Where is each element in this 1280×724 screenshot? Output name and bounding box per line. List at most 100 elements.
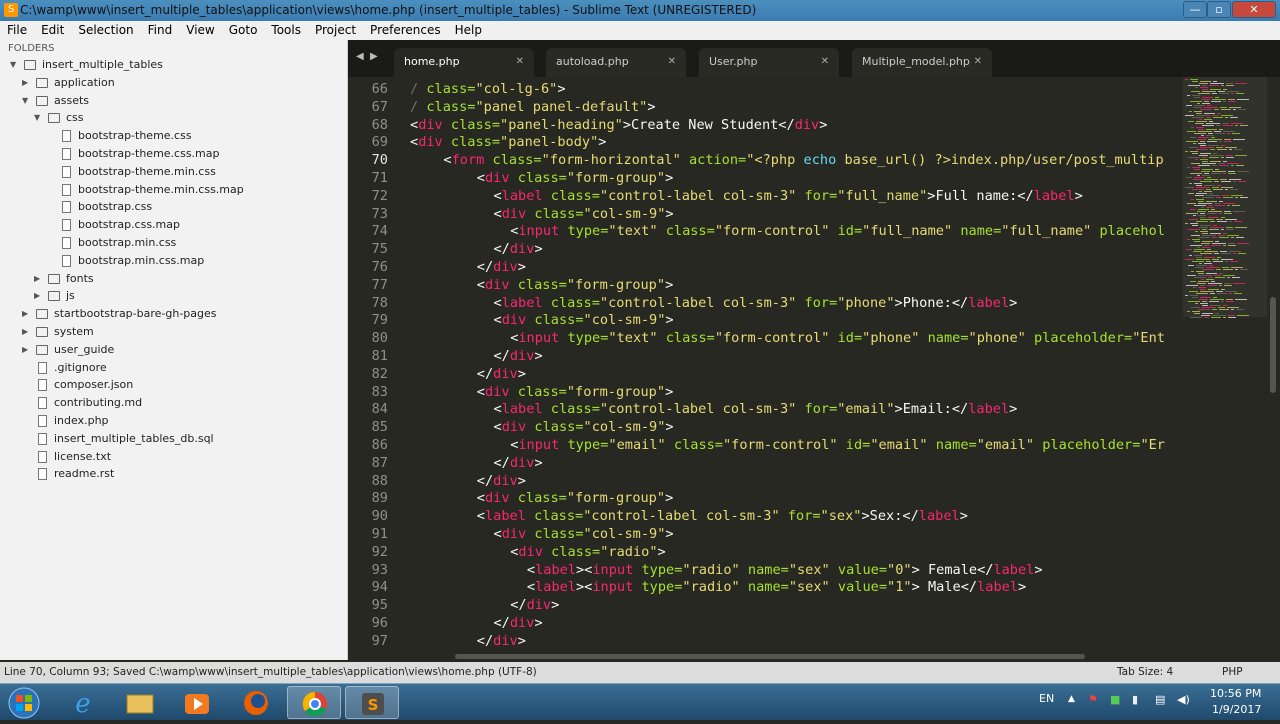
start-button[interactable] bbox=[2, 686, 46, 719]
close-icon[interactable]: ✕ bbox=[974, 51, 982, 73]
chevron-down-icon[interactable]: ▼ bbox=[22, 92, 28, 110]
menu-selection[interactable]: Selection bbox=[71, 21, 140, 40]
code-line[interactable]: <label class="control-label col-sm-3" fo… bbox=[477, 507, 968, 525]
sidebar-folder[interactable]: ▶ startbootstrap-bare-gh-pages bbox=[0, 305, 346, 323]
code-line[interactable]: </div> bbox=[494, 454, 543, 472]
code-line[interactable]: <div class="form-group"> bbox=[477, 169, 673, 187]
network-app-icon[interactable]: ■ bbox=[1110, 693, 1120, 706]
menu-find[interactable]: Find bbox=[141, 21, 180, 40]
minimize-button[interactable]: — bbox=[1183, 1, 1207, 18]
code-line[interactable]: <div class="panel-heading">Create New St… bbox=[410, 116, 827, 134]
chevron-right-icon[interactable]: ▶ bbox=[22, 323, 28, 341]
sidebar-file[interactable]: composer.json bbox=[0, 376, 346, 394]
code-line[interactable]: </div> bbox=[494, 240, 543, 258]
sidebar-file[interactable]: bootstrap-theme.min.css bbox=[0, 163, 346, 181]
menu-preferences[interactable]: Preferences bbox=[363, 21, 448, 40]
tab-size[interactable]: Tab Size: 4 bbox=[1117, 662, 1173, 683]
show-hidden-icons[interactable]: ▲ bbox=[1068, 694, 1075, 704]
code-line[interactable]: <div class="col-sm-9"> bbox=[494, 205, 674, 223]
vertical-scroll-thumb[interactable] bbox=[1270, 297, 1276, 393]
sidebar-file[interactable]: insert_multiple_tables_db.sql bbox=[0, 430, 346, 448]
code-line[interactable]: / class="col-lg-6"> bbox=[410, 80, 566, 98]
sidebar-folder[interactable]: ▼ css bbox=[0, 109, 346, 127]
sidebar-file[interactable]: bootstrap.css bbox=[0, 198, 346, 216]
code-line[interactable]: / class="panel panel-default"> bbox=[410, 98, 656, 116]
code-line[interactable]: </div> bbox=[477, 258, 526, 276]
code-line[interactable]: <div class="col-sm-9"> bbox=[494, 311, 674, 329]
chevron-right-icon[interactable]: ▶ bbox=[22, 74, 28, 92]
code-line[interactable]: </div> bbox=[477, 365, 526, 383]
chevron-down-icon[interactable]: ▼ bbox=[34, 109, 40, 127]
menu-view[interactable]: View bbox=[179, 21, 221, 40]
sidebar-folder[interactable]: ▶ fonts bbox=[0, 270, 346, 288]
chevron-right-icon[interactable]: ▶ bbox=[34, 270, 40, 288]
horizontal-scroll-thumb[interactable] bbox=[455, 654, 1085, 659]
signal-icon[interactable]: ▮ bbox=[1132, 693, 1138, 706]
vertical-scrollbar[interactable] bbox=[1267, 77, 1280, 652]
tab-user-php[interactable]: User.php ✕ bbox=[699, 48, 839, 77]
clock-date[interactable]: 1/9/2017 bbox=[1212, 703, 1261, 716]
code-line[interactable]: <div class="radio"> bbox=[510, 543, 666, 561]
close-button[interactable]: ✕ bbox=[1232, 1, 1276, 18]
minimap[interactable] bbox=[1183, 77, 1267, 652]
sidebar-file[interactable]: .gitignore bbox=[0, 359, 346, 377]
close-icon[interactable]: ✕ bbox=[516, 51, 524, 73]
tab-home-php[interactable]: home.php ✕ bbox=[394, 48, 534, 77]
sidebar-folder[interactable]: ▶ user_guide bbox=[0, 341, 346, 359]
code-line[interactable]: <input type="text" class="form-control" … bbox=[510, 222, 1165, 240]
code-line[interactable]: <div class="panel-body"> bbox=[410, 133, 606, 151]
taskbar-ie[interactable]: e bbox=[56, 686, 110, 719]
code-line[interactable]: <div class="form-group"> bbox=[477, 276, 673, 294]
close-icon[interactable]: ✕ bbox=[668, 51, 676, 73]
sidebar-file[interactable]: bootstrap-theme.css bbox=[0, 127, 346, 145]
menu-project[interactable]: Project bbox=[308, 21, 363, 40]
code-line[interactable]: <label><input type="radio" name="sex" va… bbox=[527, 578, 1026, 596]
chevron-down-icon[interactable]: ▼ bbox=[10, 56, 16, 74]
tab-nav-right-icon[interactable]: ▶ bbox=[370, 51, 378, 62]
syntax-mode[interactable]: PHP bbox=[1222, 662, 1243, 683]
code-line[interactable]: <label class="control-label col-sm-3" fo… bbox=[494, 400, 1018, 418]
horizontal-scrollbar[interactable] bbox=[348, 652, 1280, 661]
code-line[interactable]: <input type="text" class="form-control" … bbox=[510, 329, 1165, 347]
menu-file[interactable]: File bbox=[0, 21, 34, 40]
menu-help[interactable]: Help bbox=[448, 21, 489, 40]
code-editor[interactable]: 66/ class="col-lg-6"> 67/ class="panel pa… bbox=[348, 77, 1183, 652]
taskbar-sublime[interactable]: S bbox=[345, 686, 399, 719]
sidebar-file[interactable]: bootstrap.css.map bbox=[0, 216, 346, 234]
maximize-button[interactable]: ▫ bbox=[1207, 1, 1231, 18]
code-line[interactable]: </div> bbox=[477, 632, 526, 650]
chevron-right-icon[interactable]: ▶ bbox=[22, 341, 28, 359]
network-icon[interactable]: ▤ bbox=[1155, 693, 1165, 706]
code-line[interactable]: <label><input type="radio" name="sex" va… bbox=[527, 561, 1043, 579]
taskbar-firefox[interactable] bbox=[229, 686, 283, 719]
menu-edit[interactable]: Edit bbox=[34, 21, 71, 40]
clock-time[interactable]: 10:56 PM bbox=[1210, 687, 1261, 700]
menu-tools[interactable]: Tools bbox=[264, 21, 308, 40]
code-line[interactable]: <div class="col-sm-9"> bbox=[494, 525, 674, 543]
sidebar-file[interactable]: readme.rst bbox=[0, 465, 346, 483]
sidebar-folder[interactable]: ▶ system bbox=[0, 323, 346, 341]
code-line[interactable]: <label class="control-label col-sm-3" fo… bbox=[494, 187, 1083, 205]
code-line[interactable]: </div> bbox=[477, 472, 526, 490]
taskbar-media[interactable] bbox=[170, 686, 224, 719]
code-line[interactable]: <input type="email" class="form-control"… bbox=[510, 436, 1165, 454]
sidebar-file[interactable]: bootstrap-theme.min.css.map bbox=[0, 181, 346, 199]
tab-multiple-model-php[interactable]: Multiple_model.php ✕ bbox=[852, 48, 992, 77]
tab-nav-left-icon[interactable]: ◀ bbox=[356, 51, 364, 62]
sidebar-folder[interactable]: ▶ js bbox=[0, 287, 346, 305]
chevron-right-icon[interactable]: ▶ bbox=[22, 305, 28, 323]
code-line[interactable]: <div class="form-group"> bbox=[477, 489, 673, 507]
sidebar-file[interactable]: bootstrap.min.css.map bbox=[0, 252, 346, 270]
language-indicator[interactable]: EN bbox=[1039, 692, 1054, 705]
code-line[interactable]: </div> bbox=[494, 614, 543, 632]
sidebar-folder[interactable]: ▶ application bbox=[0, 74, 346, 92]
code-line[interactable]: <div class="form-group"> bbox=[477, 383, 673, 401]
sidebar-file[interactable]: bootstrap-theme.css.map bbox=[0, 145, 346, 163]
tab-autoload-php[interactable]: autoload.php ✕ bbox=[546, 48, 686, 77]
close-icon[interactable]: ✕ bbox=[821, 51, 829, 73]
taskbar-explorer[interactable] bbox=[113, 686, 167, 719]
code-line[interactable]: <div class="col-sm-9"> bbox=[494, 418, 674, 436]
menu-goto[interactable]: Goto bbox=[222, 21, 265, 40]
volume-icon[interactable]: ◀) bbox=[1177, 693, 1190, 706]
sidebar-file[interactable]: contributing.md bbox=[0, 394, 346, 412]
